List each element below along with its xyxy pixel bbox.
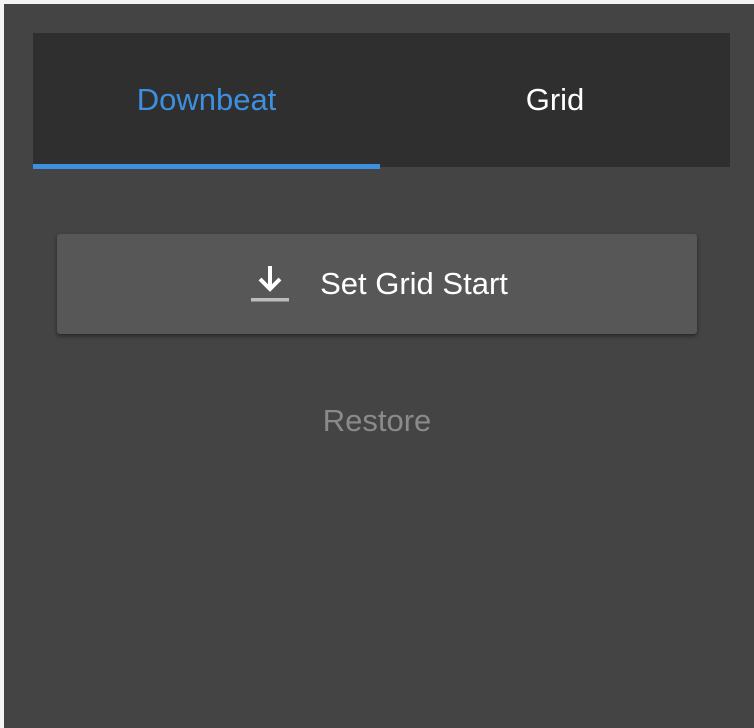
active-tab-indicator [33,164,380,169]
tab-grid[interactable]: Grid [380,33,730,167]
set-grid-start-button[interactable]: Set Grid Start [57,234,697,334]
tab-downbeat-label: Downbeat [136,82,277,117]
set-grid-start-label: Set Grid Start [320,266,508,301]
restore-button[interactable]: Restore [277,398,477,444]
tab-downbeat[interactable]: Downbeat [33,33,380,169]
tab-grid-label: Grid [525,82,585,117]
restore-label: Restore [322,403,432,438]
grid-settings-panel: Downbeat Grid [4,4,754,728]
tab-bar: Downbeat Grid [33,33,730,169]
download-icon [246,260,294,308]
